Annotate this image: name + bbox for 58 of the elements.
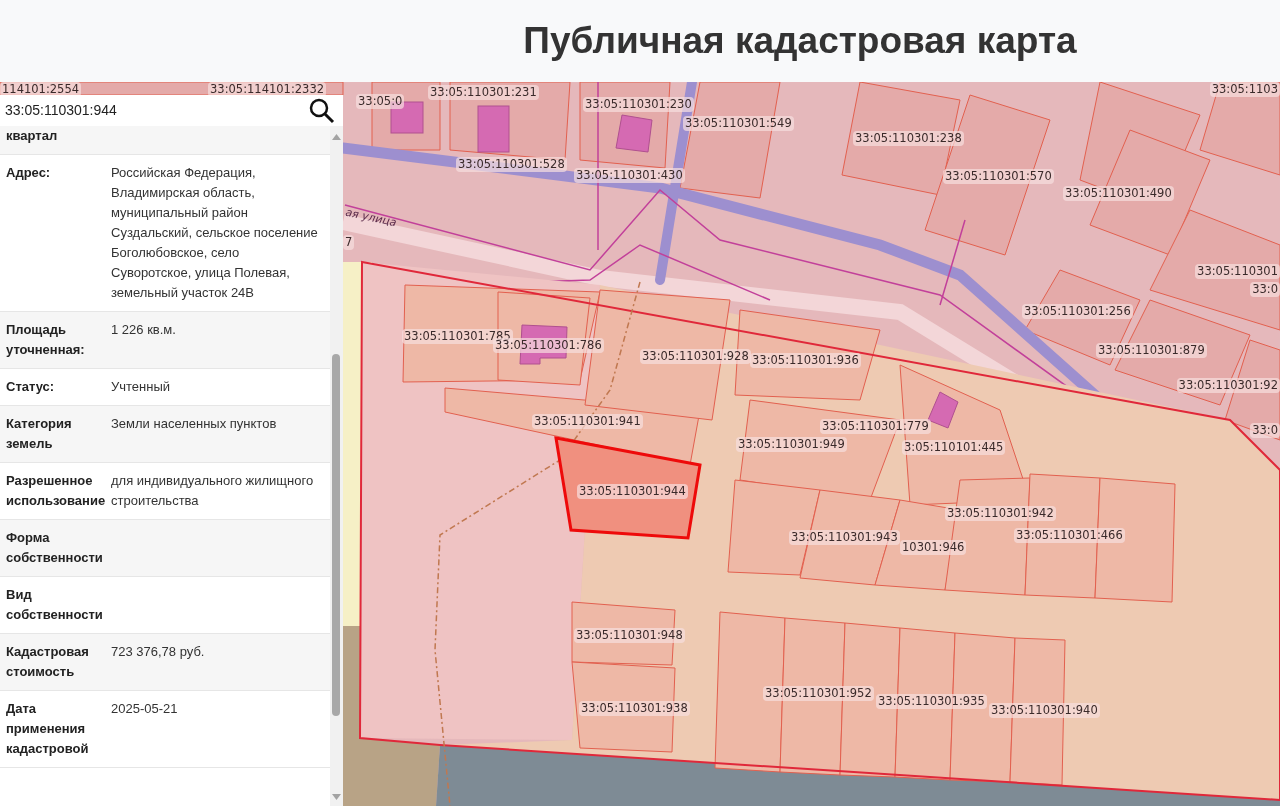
parcel-number-label: 33:0 [1250, 423, 1280, 438]
detail-value: 2025-05-21 [111, 700, 179, 718]
parcel-number-label: 33:05:110301 [1195, 264, 1280, 279]
parcel-number-label: 33:05:110301:928 [640, 349, 751, 364]
parcel-number-label: 3:05:110101:445 [902, 440, 1006, 455]
detail-label: Дата применения кадастровой [6, 700, 90, 758]
detail-label: Разрешенное использование [6, 472, 107, 510]
detail-value: Российская Федерация, Владимирская область, муниципальный район Суздальский, сельское поселение Боголюбовское, село Суворотское, улица Полевая, земельный участок 24В [111, 164, 319, 302]
parcel-number-label: 33:05:110301:230 [583, 97, 694, 112]
parcel-number-label: 33:05:110301:92 [1176, 378, 1280, 393]
search-input[interactable]: 33:05:110301:944 [5, 100, 285, 121]
parcel-number-label: 33:05:110301:466 [1014, 528, 1125, 543]
parcel-number-label: 33:05:110301:942 [945, 506, 1056, 521]
parcel-number-label: 33:05:110301:940 [989, 703, 1100, 718]
parcel-number-label: 33:05:110301:490 [1063, 186, 1174, 201]
detail-label: Категория земель [6, 415, 73, 453]
detail-label: Адрес: [6, 164, 52, 182]
scroll-up-icon[interactable] [332, 134, 341, 140]
parcel-number-label: 33:05:110301:256 [1022, 304, 1133, 319]
parcel-number-label: 33:05:110301:948 [574, 628, 685, 643]
parcel-number-label: 33:05:110301:779 [820, 419, 931, 434]
parcel-number-label: 33:05:110301:430 [574, 168, 685, 183]
page-title: Публичная кадастровая карта [523, 19, 1077, 64]
scrollbar-thumb[interactable] [332, 354, 340, 716]
detail-value: Учтенный [111, 378, 172, 396]
parcel-number-label: 33:05:110301:952 [763, 686, 874, 701]
parcel-number-label: 33:05:110301:935 [876, 694, 987, 709]
scrollbar[interactable] [330, 126, 343, 806]
detail-value: Земли населенных пунктов [111, 415, 278, 433]
scroll-down-icon[interactable] [332, 794, 341, 800]
parcel-number-label: 33:05:110301:936 [750, 353, 861, 368]
parcel-number-label: 33:05:110301:238 [853, 131, 964, 146]
parcel-number-label: 7 [343, 235, 355, 250]
detail-label: квартал [6, 127, 59, 145]
detail-label: Форма собственности [6, 529, 104, 567]
parcel-number-label: 33:05:110301:549 [683, 116, 794, 131]
detail-value: 723 376,78 руб. [111, 643, 206, 661]
parcel-number-label: 33:0 [1250, 282, 1280, 297]
search-icon[interactable] [309, 97, 335, 124]
parcel-number-label: 33:05:110301:943 [789, 530, 900, 545]
street-name-label: ая улица [343, 204, 398, 232]
parcel-number-label: 10301:946 [900, 540, 967, 555]
parcel-number-label: 33:05:110301:944 [577, 484, 688, 499]
detail-label: Вид собственности [6, 586, 104, 624]
parcel-number-label: 33:05:110301:941 [532, 414, 643, 429]
parcel-number-label: 33:05:1103 [1209, 82, 1280, 97]
detail-value: для индивидуального жилищного строительства [111, 472, 315, 510]
parcel-number-label: 33:05:110301:879 [1096, 343, 1207, 358]
parcel-number-label: 33:05:110301:949 [736, 437, 847, 452]
parcel-number-label: 33:05:110301:231 [428, 85, 539, 100]
detail-label: Кадастровая стоимость [6, 643, 90, 681]
parcel-number-label: 33:05:110301:938 [579, 701, 690, 716]
parcel-number-label: 33:05:110301:528 [456, 157, 567, 172]
parcel-number-label: 33:05:0 [356, 94, 405, 109]
detail-label: Статус: [6, 378, 56, 396]
detail-value: 1 226 кв.м. [111, 321, 177, 339]
detail-label: Площадь уточненная: [6, 321, 86, 359]
parcel-number-label: 33:05:110301:570 [943, 169, 1054, 184]
